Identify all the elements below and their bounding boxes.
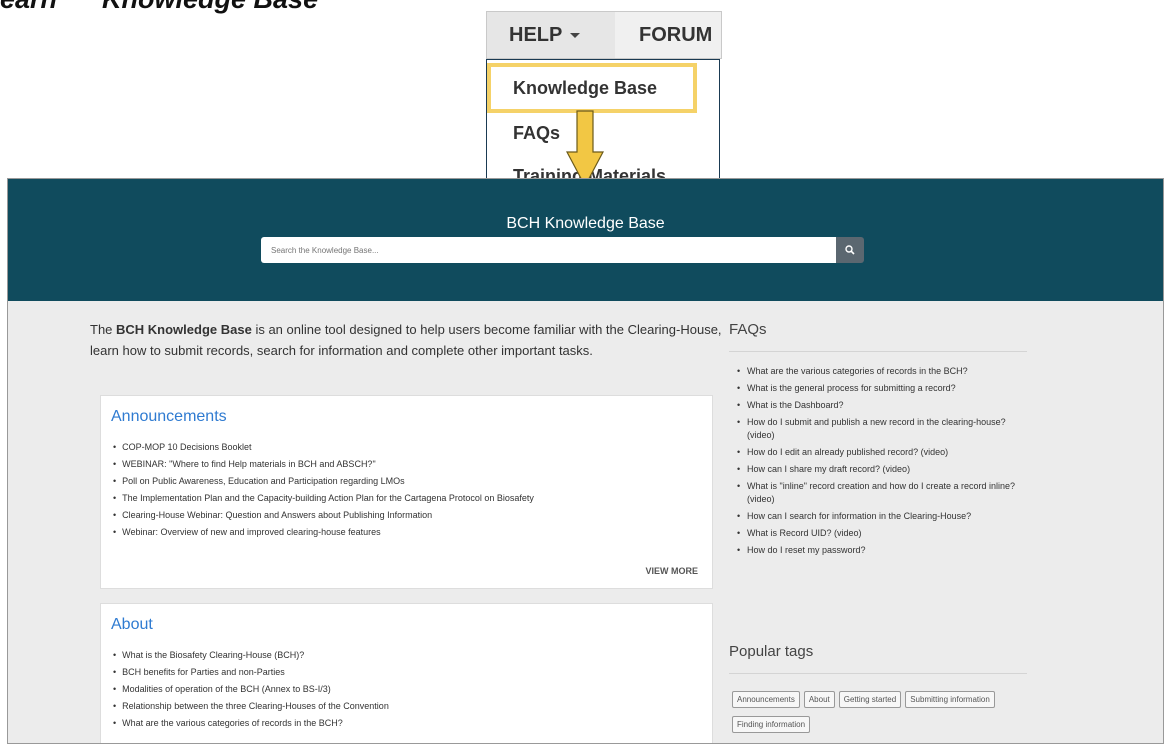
announcements-card: Announcements COP-MOP 10 Decisions Bookl… xyxy=(100,395,713,589)
help-label: HELP xyxy=(509,24,563,46)
search-icon xyxy=(845,245,855,255)
faq-item[interactable]: How do I reset my password? xyxy=(737,544,1027,557)
kb-header: BCH Knowledge Base xyxy=(8,179,1163,301)
about-item[interactable]: BCH benefits for Parties and non-Parties xyxy=(113,664,389,681)
tags-divider xyxy=(729,673,1027,674)
tag-button[interactable]: Announcements xyxy=(732,691,800,708)
faq-item[interactable]: How can I share my draft record? (video) xyxy=(737,463,1027,476)
faq-item[interactable]: What is Record UID? (video) xyxy=(737,527,1027,540)
about-card: About What is the Biosafety Clearing-Hou… xyxy=(100,603,713,743)
about-heading[interactable]: About xyxy=(111,616,153,634)
popular-tags-heading: Popular tags xyxy=(729,643,814,660)
forum-menu-button[interactable]: FORUM xyxy=(639,12,712,58)
about-item[interactable]: Modalities of operation of the BCH (Anne… xyxy=(113,681,389,698)
faqs-heading: FAQs xyxy=(729,321,767,338)
help-menu-callout: HELP FORUM Knowledge Base FAQs Training … xyxy=(486,11,722,201)
about-item[interactable]: What are the various categories of recor… xyxy=(113,715,389,732)
tag-button[interactable]: Getting started xyxy=(838,691,902,708)
faq-item[interactable]: What are the various categories of recor… xyxy=(737,365,1027,378)
announcement-item[interactable]: Clearing-House Webinar: Question and Ans… xyxy=(113,507,534,524)
announcement-item[interactable]: Poll on Public Awareness, Education and … xyxy=(113,473,534,490)
faq-item[interactable]: What is the Dashboard? xyxy=(737,399,1027,412)
faq-item[interactable]: How can I search for information in the … xyxy=(737,510,1027,523)
slide-title: earn Knowledge Base xyxy=(0,0,318,15)
about-list: What is the Biosafety Clearing-House (BC… xyxy=(113,647,389,732)
down-arrow-icon xyxy=(566,110,604,188)
faq-item[interactable]: What is "inline" record creation and how… xyxy=(737,480,1027,506)
dropdown-item-knowledge-base[interactable]: Knowledge Base xyxy=(513,78,657,99)
faq-item[interactable]: What is the general process for submitti… xyxy=(737,382,1027,395)
announcement-item[interactable]: WEBINAR: "Where to find Help materials i… xyxy=(113,456,534,473)
caret-down-icon xyxy=(570,33,581,39)
tag-button[interactable]: About xyxy=(803,691,835,708)
announcement-item[interactable]: The Implementation Plan and the Capacity… xyxy=(113,490,534,507)
kb-search-input[interactable] xyxy=(261,237,836,263)
faqs-list: What are the various categories of recor… xyxy=(737,365,1027,561)
intro-bold: BCH Knowledge Base xyxy=(116,322,252,337)
faq-item[interactable]: How do I edit an already published recor… xyxy=(737,446,1027,459)
announcement-item[interactable]: COP-MOP 10 Decisions Booklet xyxy=(113,439,534,456)
kb-intro: The BCH Knowledge Base is an online tool… xyxy=(90,319,722,361)
view-more-link[interactable]: VIEW MORE xyxy=(645,566,698,576)
about-item[interactable]: Relationship between the three Clearing-… xyxy=(113,698,389,715)
faq-item[interactable]: How do I submit and publish a new record… xyxy=(737,416,1027,442)
dropdown-item-faqs[interactable]: FAQs xyxy=(513,123,560,144)
kb-search-button[interactable] xyxy=(836,237,864,263)
tag-button[interactable]: Finding information xyxy=(732,716,811,733)
intro-prefix: The xyxy=(90,322,117,337)
announcement-item[interactable]: Webinar: Overview of new and improved cl… xyxy=(113,524,534,541)
kb-title: BCH Knowledge Base xyxy=(506,215,665,232)
about-item[interactable]: What is the Biosafety Clearing-House (BC… xyxy=(113,647,389,664)
announcements-list: COP-MOP 10 Decisions Booklet WEBINAR: "W… xyxy=(113,439,534,541)
faqs-divider xyxy=(729,351,1027,352)
popular-tags: Announcements About Getting started Submitt… xyxy=(732,689,1032,739)
help-menu-button[interactable]: HELP xyxy=(487,12,615,58)
knowledge-base-page: BCH Knowledge Base The BCH Knowledge Bas… xyxy=(7,178,1164,744)
tag-button[interactable]: Submitting information xyxy=(905,691,995,708)
top-nav-bar: HELP FORUM xyxy=(486,11,722,59)
announcements-heading[interactable]: Announcements xyxy=(111,408,227,426)
